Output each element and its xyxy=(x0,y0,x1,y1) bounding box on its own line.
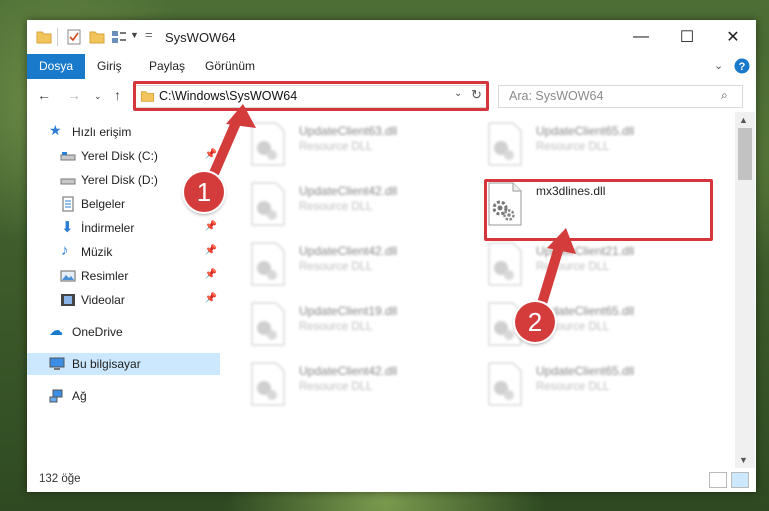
tab-paylas[interactable]: Paylaş xyxy=(137,54,197,79)
file-item[interactable]: UpdateClient42.dll Resource DLL xyxy=(250,180,480,232)
star-icon: ★ xyxy=(49,122,62,138)
separator xyxy=(57,28,58,46)
file-name: UpdateClient65.dll xyxy=(536,364,635,378)
file-item[interactable]: UpdateClient21.dll Resource DLL xyxy=(487,240,717,292)
customize-toolbar-icon[interactable]: = xyxy=(145,27,153,42)
sidebar-item-disk-c[interactable]: Yerel Disk (C:) 📌 xyxy=(27,145,220,167)
sidebar-item-videos[interactable]: Videolar 📌 xyxy=(27,289,220,311)
dll-file-icon xyxy=(488,242,522,286)
file-type: Resource DLL xyxy=(299,321,373,333)
status-bar: 132 öğe xyxy=(27,468,756,492)
file-type: Resource DLL xyxy=(536,141,610,153)
maximize-button[interactable]: ☐ xyxy=(664,20,710,54)
dll-file-icon xyxy=(488,362,522,406)
file-name: UpdateClient42.dll xyxy=(299,184,398,198)
pin-icon[interactable]: 📌 xyxy=(205,149,217,160)
chevron-down-icon[interactable]: ⌄ xyxy=(714,59,723,72)
file-name: UpdateClient21.dll xyxy=(536,244,635,258)
network-icon xyxy=(49,389,63,403)
tab-giris[interactable]: Giriş xyxy=(85,54,134,79)
dll-file-icon xyxy=(488,122,522,166)
dll-file-icon xyxy=(251,242,285,286)
pin-icon[interactable]: 📌 xyxy=(205,293,217,304)
documents-icon xyxy=(62,196,74,212)
tab-dosya[interactable]: Dosya xyxy=(27,54,86,79)
new-folder-icon[interactable] xyxy=(89,29,105,45)
search-box[interactable]: Ara: SysWOW64 ⌕ xyxy=(498,85,743,108)
file-type: Resource DLL xyxy=(299,381,373,393)
tab-gorunum[interactable]: Görünüm xyxy=(193,54,267,79)
window-title: SysWOW64 xyxy=(165,30,236,45)
callout-badge-1: 1 xyxy=(184,172,224,212)
drive-icon xyxy=(60,178,76,185)
scrollbar-thumb[interactable] xyxy=(738,128,752,180)
address-highlight-box xyxy=(133,81,489,111)
close-button[interactable]: ✕ xyxy=(710,20,756,54)
dropdown-arrow-icon[interactable]: ▼ xyxy=(130,30,139,40)
scroll-down-icon[interactable]: ▼ xyxy=(739,455,748,465)
dll-file-icon xyxy=(251,362,285,406)
large-icons-view-icon[interactable] xyxy=(731,472,749,488)
file-item[interactable]: UpdateClient42.dll Resource DLL xyxy=(250,360,480,412)
file-type: Resource DLL xyxy=(299,141,373,153)
ribbon-tabs: Dosya Giriş Paylaş Görünüm ⌄ ? xyxy=(27,54,756,79)
file-name: UpdateClient19.dll xyxy=(299,304,398,318)
pictures-icon xyxy=(60,270,76,282)
file-item[interactable]: UpdateClient19.dll Resource DLL xyxy=(250,300,480,352)
music-icon: ♪ xyxy=(61,242,69,259)
file-name: UpdateClient42.dll xyxy=(299,364,398,378)
file-name: UpdateClient42.dll xyxy=(299,244,398,258)
up-arrow-icon[interactable]: ↑ xyxy=(114,87,121,103)
file-item[interactable]: UpdateClient42.dll Resource DLL xyxy=(250,240,480,292)
file-name: UpdateClient65.dll xyxy=(536,124,635,138)
computer-icon xyxy=(49,357,65,370)
svg-text:?: ? xyxy=(739,61,746,73)
sidebar-item-this-pc[interactable]: Bu bilgisayar xyxy=(27,353,220,375)
download-icon: ⬇ xyxy=(61,219,74,236)
callout-badge-2: 2 xyxy=(515,302,555,342)
sidebar-item-quick-access[interactable]: ★ Hızlı erişim xyxy=(27,121,220,143)
cloud-icon: ☁ xyxy=(49,322,63,338)
file-type: Resource DLL xyxy=(536,261,610,273)
videos-icon xyxy=(61,294,75,306)
file-item[interactable]: UpdateClient63.dll Resource DLL xyxy=(250,120,480,172)
vertical-scrollbar[interactable]: ▲ ▼ xyxy=(735,112,755,468)
item-count: 132 öğe xyxy=(39,473,81,485)
pin-icon[interactable]: 📌 xyxy=(205,221,217,232)
forward-arrow-icon[interactable]: → xyxy=(67,87,81,103)
properties-icon[interactable] xyxy=(66,29,82,45)
search-icon[interactable]: ⌕ xyxy=(721,88,728,103)
sidebar-item-pictures[interactable]: Resimler 📌 xyxy=(27,265,220,287)
recent-locations-icon[interactable]: ⌄ xyxy=(94,91,102,102)
sidebar-item-downloads[interactable]: ⬇ İndirmeler 📌 xyxy=(27,217,220,239)
file-item[interactable]: UpdateClient65.dll Resource DLL xyxy=(487,360,717,412)
sidebar-item-music[interactable]: ♪ Müzik 📌 xyxy=(27,241,220,263)
file-list: UpdateClient63.dll Resource DLL UpdateCl… xyxy=(245,112,735,468)
help-icon[interactable]: ? xyxy=(734,58,750,74)
sidebar-item-network[interactable]: Ağ xyxy=(27,385,220,407)
navigation-pane: ★ Hızlı erişim Yerel Disk (C:) 📌 Yerel D… xyxy=(27,112,220,468)
file-type: Resource DLL xyxy=(299,201,373,213)
drive-icon xyxy=(60,152,76,161)
file-type: Resource DLL xyxy=(299,261,373,273)
dll-file-icon xyxy=(251,302,285,346)
scroll-up-icon[interactable]: ▲ xyxy=(739,115,748,125)
file-type: Resource DLL xyxy=(536,381,610,393)
dll-file-icon xyxy=(251,122,285,166)
file-item[interactable]: UpdateClient65.dll Resource DLL xyxy=(487,120,717,172)
back-arrow-icon[interactable]: ← xyxy=(37,87,51,103)
search-input[interactable]: Ara: SysWOW64 xyxy=(509,89,603,103)
view-options-icon[interactable] xyxy=(111,29,127,45)
sidebar-item-onedrive[interactable]: ☁ OneDrive xyxy=(27,321,220,343)
file-name: UpdateClient63.dll xyxy=(299,124,398,138)
title-bar: ▼ = SysWOW64 — ☐ ✕ xyxy=(27,20,756,54)
file-highlight-box xyxy=(484,179,713,241)
dll-file-icon xyxy=(251,182,285,226)
details-view-icon[interactable] xyxy=(709,472,727,488)
pin-icon[interactable]: 📌 xyxy=(205,245,217,256)
pin-icon[interactable]: 📌 xyxy=(205,269,217,280)
minimize-button[interactable]: — xyxy=(618,20,664,54)
folder-icon xyxy=(36,31,52,44)
